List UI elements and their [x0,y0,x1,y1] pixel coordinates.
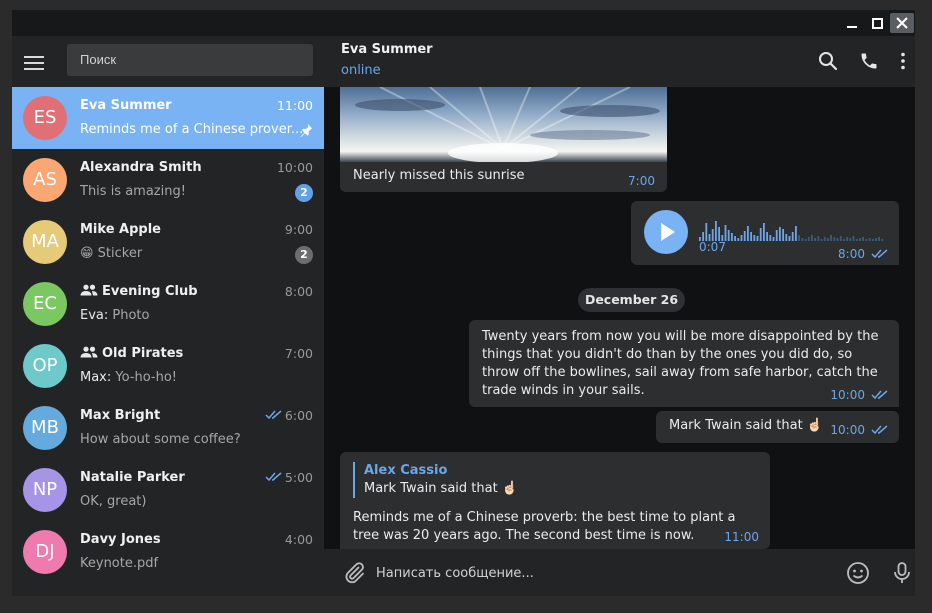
unread-badge: 2 [295,246,313,264]
search-icon[interactable] [818,51,838,71]
chat-time: 10:00 [276,160,313,175]
group-icon [80,346,98,358]
date-separator: December 26 [578,288,685,312]
close-button[interactable] [890,13,914,33]
chat-header: Eva Summer online [324,36,915,87]
message-time: 10:00 [830,388,889,402]
chat-list-item[interactable]: MB Max Bright 6:00 How about some coffee? [12,397,324,459]
chat-name: Mike Apple [80,222,161,237]
message-time: 8:00 [838,247,889,261]
outgoing-message[interactable]: Twenty years from now you will be more d… [469,320,899,407]
maximize-button[interactable] [865,13,889,33]
title-bar [12,10,915,36]
avatar: ES [23,96,67,140]
chat-list-item[interactable]: ES Eva Summer 11:00 Reminds me of a Chinese… [12,87,324,149]
voice-duration: 0:07 [699,240,726,254]
chat-preview: Eva: Photo [80,308,150,323]
microphone-icon[interactable] [890,561,914,585]
chat-name: Evening Club [80,284,198,299]
chat-time: 8:00 [284,284,313,299]
message-history[interactable]: Nearly missed this sunrise 7:00 0:07 8:0… [324,87,915,549]
message-text: Mark Twain said that ☝🏻 [669,418,824,433]
chat-time: 11:00 [276,98,313,113]
chat-preview: 😁 Sticker [80,246,143,261]
chat-time: 4:00 [284,532,313,547]
chat-time: 5:00 [265,470,313,485]
attach-icon[interactable] [342,561,366,585]
minimize-icon [847,26,857,28]
minimize-button[interactable] [840,13,864,33]
chat-name: Alexandra Smith [80,160,202,175]
avatar: MA [23,220,67,264]
chat-preview: Max: Yo-ho-ho! [80,370,178,385]
emoji-icon[interactable] [846,561,870,585]
pin-icon [300,123,313,137]
chat-name: Eva Summer [80,98,172,113]
avatar: EC [23,282,67,326]
compose-bar [324,549,915,596]
unread-badge: 2 [295,184,313,202]
avatar: MB [23,406,67,450]
double-check-icon [871,249,888,259]
chat-name: Davy Jones [80,532,161,547]
avatar: OP [23,344,67,388]
incoming-reply-message[interactable]: Alex Cassio Mark Twain said that ☝🏻 Remi… [340,452,770,549]
play-icon [661,223,675,241]
reply-author: Alex Cassio [364,463,448,478]
peer-name[interactable]: Eva Summer [341,42,433,57]
double-check-icon [265,410,282,420]
avatar: AS [23,158,67,202]
more-vertical-icon[interactable] [893,51,913,71]
voice-message[interactable]: 0:07 8:00 [631,201,899,265]
hamburger-menu-icon[interactable] [24,56,44,72]
telegram-window: ESEva Summer11:00Reminds me of a Chinese… [12,10,915,596]
chat-list-item[interactable]: MA Mike Apple 9:00 😁 Sticker 2 [12,211,324,273]
chat-preview: OK, great) [80,494,147,509]
double-check-icon [871,390,888,400]
chat-name: Natalie Parker [80,470,185,485]
reply-quoted-text: Mark Twain said that ☝🏻 [364,481,519,496]
avatar: NP [23,468,67,512]
sunrise-photo[interactable] [340,87,667,162]
chat-name: Old Pirates [80,346,183,361]
chat-list-item[interactable]: OP Old Pirates 7:00 Max: Yo-ho-ho! [12,335,324,397]
double-check-icon [871,425,888,435]
chat-list-item[interactable]: DJ Davy Jones 4:00 Keynote.pdf [12,521,324,583]
voice-waveform[interactable] [699,219,889,241]
chat-preview: Keynote.pdf [80,556,159,571]
photo-caption: Nearly missed this sunrise [353,168,525,183]
message-time: 7:00 [628,174,655,188]
message-time: 11:00 [724,530,759,544]
avatar: DJ [23,530,67,574]
message-time: 10:00 [830,423,889,437]
chat-list-item[interactable]: EC Evening Club 8:00 Eva: Photo [12,273,324,335]
chat-preview: This is amazing! [80,184,186,199]
message-input[interactable] [374,556,818,590]
peer-status: online [341,63,381,78]
message-text: Twenty years from now you will be more d… [482,329,879,398]
outgoing-message[interactable]: Mark Twain said that ☝🏻 10:00 [656,411,899,443]
maximize-icon [871,17,883,29]
chat-list-item[interactable]: NP Natalie Parker 5:00 OK, great) [12,459,324,521]
chat-preview: Reminds me of a Chinese prover... [80,122,304,137]
chat-time: 9:00 [284,222,313,237]
group-icon [80,284,98,296]
chat-list-item[interactable]: AS Alexandra Smith 10:00 This is amazing! 2 [12,149,324,211]
message-text: Reminds me of a Chinese proverb: the bes… [353,510,736,543]
search-input[interactable] [67,44,313,76]
close-icon [896,17,908,29]
chat-list: ES Eva Summer 11:00 Reminds me of a Chinese… [12,87,324,583]
chat-time: 7:00 [284,346,313,361]
photo-message[interactable]: Nearly missed this sunrise 7:00 [340,87,667,192]
chat-preview: How about some coffee? [80,432,241,447]
phone-icon[interactable] [859,51,879,71]
chat-name: Max Bright [80,408,161,423]
sidebar: ES Eva Summer 11:00 Reminds me of a Chinese… [12,36,324,596]
play-button[interactable] [644,210,688,254]
reply-quote[interactable]: Alex Cassio Mark Twain said that ☝🏻 [353,462,518,498]
double-check-icon [265,472,282,482]
chat-time: 6:00 [265,408,313,423]
